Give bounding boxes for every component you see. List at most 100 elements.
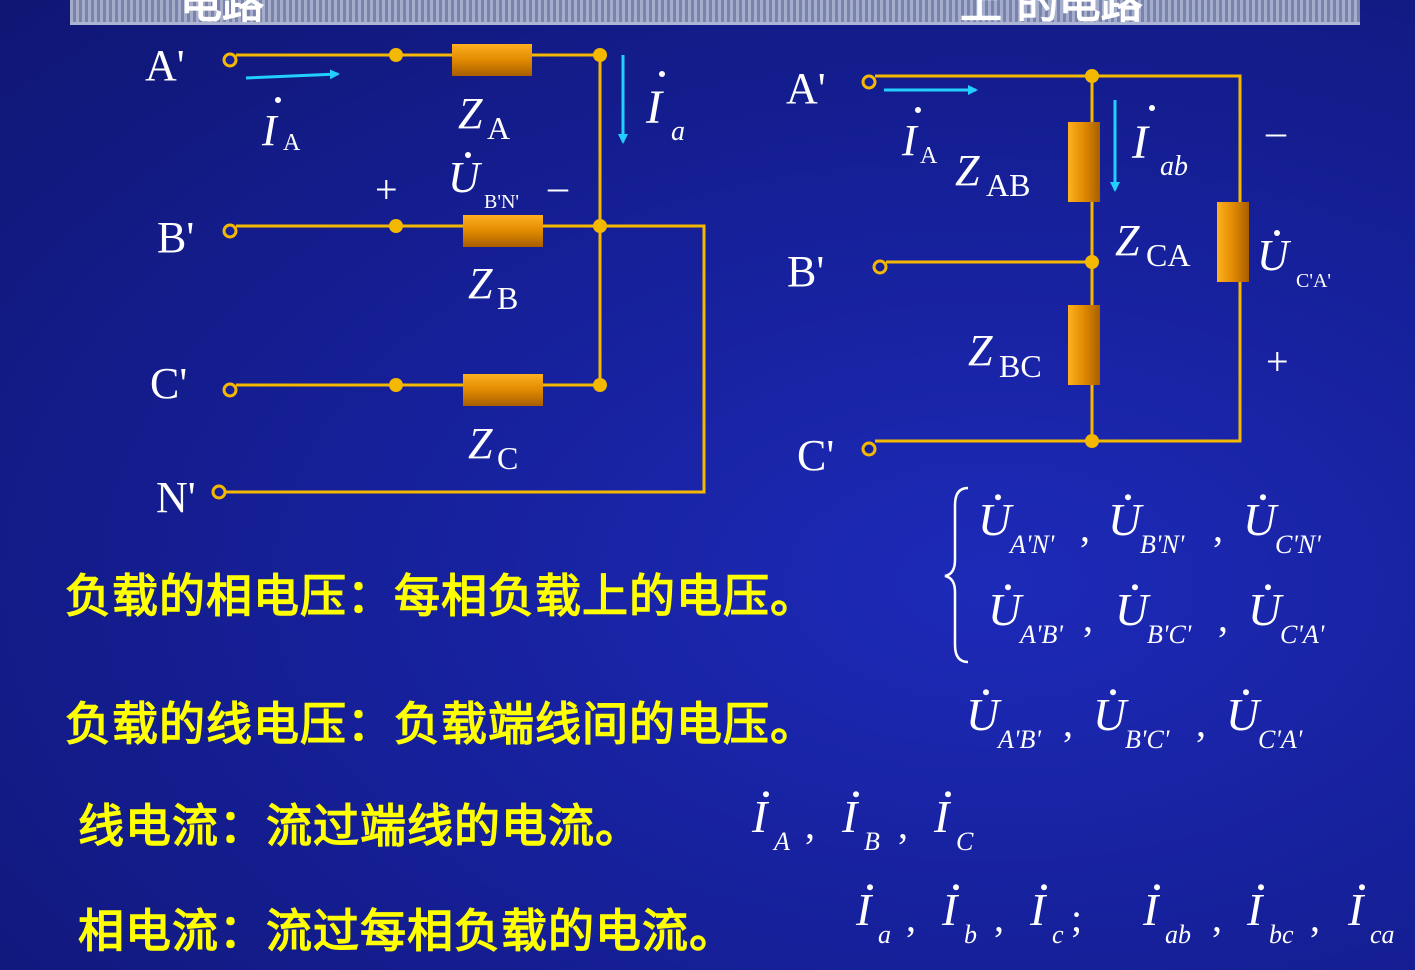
line-current-symbol-2: I: [933, 791, 952, 842]
terminal-b: [872, 259, 888, 275]
svg-text:Z: Z: [458, 89, 483, 138]
phase-current-y-symbol-2: I: [1029, 884, 1048, 935]
line-voltage-subscript-2: C'A': [1258, 725, 1303, 754]
svg-text:CA: CA: [1146, 237, 1190, 273]
phase-current-y-subscript-1: b: [964, 920, 977, 949]
label-u-ca: U C'A': [1257, 230, 1331, 292]
phasor-dot: [1005, 584, 1011, 591]
line-current-symbol-1: I: [841, 791, 860, 842]
svg-text:Z: Z: [968, 326, 993, 375]
phasor-dot: [1243, 689, 1249, 696]
terminal-c: [222, 382, 238, 398]
line-voltage-symbol-0: U: [966, 689, 1002, 740]
label-zca: Z CA: [1115, 216, 1190, 273]
label-zb: Z B: [468, 259, 518, 316]
phase-current-y-symbol-0: I: [855, 884, 874, 935]
phasor-dot: [953, 884, 959, 891]
svg-text:a: a: [671, 116, 685, 147]
phase-voltage-delta-subscript-2: C'A': [1280, 620, 1325, 649]
phasor-dot: [945, 791, 951, 798]
impedance-zc: [463, 374, 543, 406]
phase-current-delta-symbol-1: I: [1246, 884, 1265, 935]
line-current-separator-0: ,: [805, 802, 815, 847]
svg-text:B: B: [497, 280, 518, 316]
svg-text:I: I: [261, 106, 279, 155]
impedance-zab: [1068, 122, 1100, 202]
phase-current-delta-separator-1: ,: [1310, 895, 1320, 940]
terminal-label-a: A': [145, 41, 185, 90]
svg-text:Z: Z: [468, 259, 493, 308]
impedance-zbc: [1068, 305, 1100, 385]
line-current-subscript-1: B: [864, 827, 880, 856]
phasor-dot: [1125, 494, 1131, 501]
impedance-zb: [463, 215, 543, 247]
phasor-dot: [1154, 884, 1160, 891]
formula-layer: UA'N', UB'N', UC'N'UA'B', UB'C', UC'A'UA'B',…: [751, 494, 1395, 949]
phasor-dot: [867, 884, 873, 891]
svg-text:A: A: [283, 130, 301, 156]
label-zab: Z AB: [955, 146, 1030, 203]
label-ia-delta: I A: [901, 107, 938, 169]
phasor-dot: [763, 791, 769, 798]
phase-current-delta-subscript-1: bc: [1269, 920, 1294, 949]
phase-current-y-symbol-1: I: [941, 884, 960, 935]
line-current-arrow-a: [245, 69, 340, 80]
impedance-zca: [1217, 202, 1249, 282]
svg-text:U: U: [1257, 231, 1292, 280]
label-za: Z A: [458, 89, 510, 146]
phase-voltage-delta-separator-1: ,: [1218, 595, 1228, 640]
svg-text:BC: BC: [999, 348, 1042, 384]
phasor-dot: [1359, 884, 1365, 891]
phase-current-delta-subscript-0: ab: [1165, 920, 1191, 949]
delta-terminal-label-c: C': [797, 431, 834, 480]
phasor-dot: [1110, 689, 1116, 696]
svg-text:B'N': B'N': [484, 191, 519, 213]
phase-voltage-delta-symbol-0: U: [988, 584, 1024, 635]
label-zc: Z C: [468, 419, 518, 476]
terminal-c: [861, 441, 877, 457]
phase-current-delta-symbol-0: I: [1142, 884, 1161, 935]
phasor-dot: [1260, 494, 1266, 501]
phase-voltage-delta-subscript-0: A'B': [1018, 620, 1063, 649]
formula-brace: [944, 486, 969, 664]
phase-current-y-separator-1: ,: [994, 895, 1004, 940]
line-current-symbol-0: I: [751, 791, 770, 842]
delta-terminal-label-b: B': [787, 247, 824, 296]
definition-phase-voltage: 负载的相电压：每相负载上的电压。: [65, 569, 817, 623]
phase-voltage-y-separator-1: ,: [1213, 505, 1223, 550]
line-voltage-subscript-1: B'C': [1125, 725, 1170, 754]
svg-text:I: I: [901, 116, 919, 165]
minus-sign-ca: –: [1265, 109, 1287, 154]
impedance-za: [452, 44, 532, 76]
svg-text:C: C: [497, 440, 518, 476]
phasor-dot: [853, 791, 859, 798]
plus-sign-bn: +: [375, 167, 398, 212]
definition-line-current: 线电流：流过端线的电流。: [78, 799, 642, 853]
label-i-ab: I ab: [1131, 105, 1188, 182]
line-current-subscript-2: C: [956, 827, 974, 856]
terminal-label-b: B': [157, 213, 194, 262]
svg-text:A: A: [487, 110, 510, 146]
svg-text:Z: Z: [1115, 216, 1140, 265]
definition-line-voltage: 负载的线电压：负载端线间的电压。: [65, 697, 817, 751]
svg-text:C'A': C'A': [1296, 270, 1331, 292]
terminal-n: [211, 484, 227, 500]
line-voltage-separator-0: ,: [1063, 700, 1073, 745]
line-voltage-separator-1: ,: [1196, 700, 1206, 745]
svg-text:Z: Z: [955, 146, 980, 195]
phasor-dot: [1132, 584, 1138, 591]
phase-current-delta-separator-0: ,: [1212, 895, 1222, 940]
delta-terminal-label-a: A': [786, 64, 826, 113]
terminal-label-c: C': [150, 359, 187, 408]
svg-text:U: U: [448, 153, 483, 202]
minus-sign-bn: –: [547, 164, 569, 209]
line-voltage-subscript-0: A'B': [996, 725, 1041, 754]
phase-voltage-y-subscript-2: C'N': [1275, 530, 1321, 559]
phasor-dot: [1041, 884, 1047, 891]
phase-voltage-delta-separator-0: ,: [1083, 595, 1093, 640]
line-current-separator-1: ,: [898, 802, 908, 847]
phase-voltage-y-separator-0: ,: [1080, 505, 1090, 550]
phase-voltage-delta-symbol-1: U: [1115, 584, 1151, 635]
terminal-a: [222, 52, 238, 68]
phase-voltage-y-subscript-1: B'N': [1140, 530, 1185, 559]
